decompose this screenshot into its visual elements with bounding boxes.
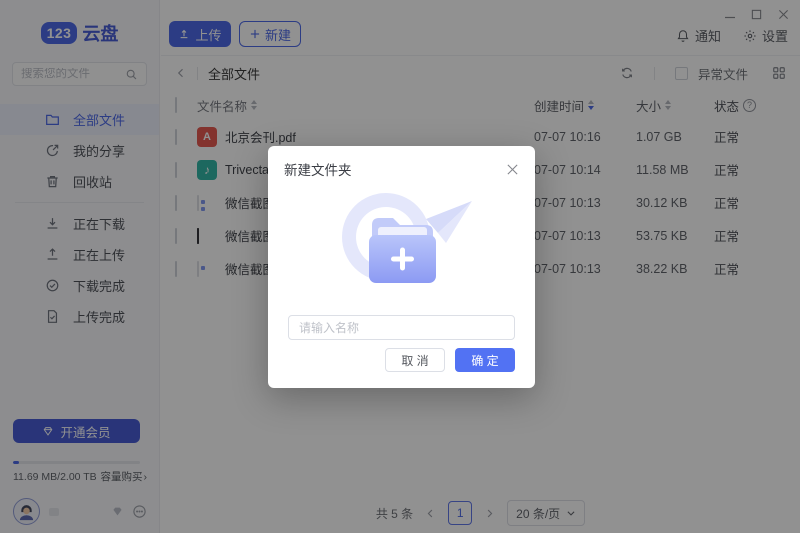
modal-title: 新建文件夹: [284, 159, 352, 179]
new-folder-modal: 新建文件夹: [268, 146, 535, 388]
cancel-button[interactable]: 取 消: [385, 348, 445, 372]
app-window: 123 云盘 全部文件 我的分享: [0, 0, 800, 533]
confirm-button[interactable]: 确 定: [455, 348, 515, 372]
modal-close-icon[interactable]: [506, 163, 519, 176]
folder-name-input[interactable]: [288, 315, 515, 340]
new-folder-illustration: [268, 185, 535, 299]
